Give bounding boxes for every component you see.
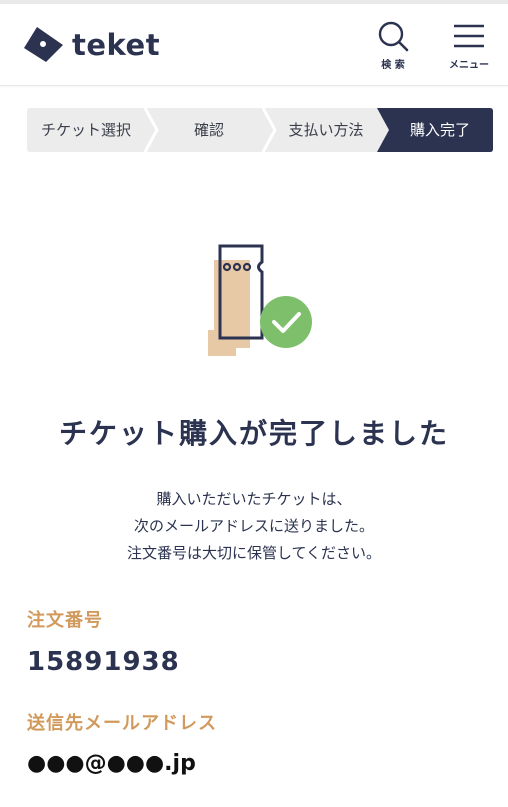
message-line: 注文番号は大切に保管してください。: [126, 544, 382, 562]
logo[interactable]: teket: [22, 24, 160, 66]
purchase-steps: チケット選択 確認 支払い方法 購入完了: [27, 108, 493, 152]
step-purchase-complete: 購入完了: [409, 121, 470, 139]
step-ticket-select: チケット選択: [40, 121, 131, 139]
recipient-email-value: ●●●@●●●.jp: [27, 751, 196, 776]
search-label: 検 索: [381, 60, 405, 71]
order-number-value: 15891938: [27, 647, 180, 677]
order-number-label: 注文番号: [27, 610, 103, 631]
menu-label: メニュー: [449, 60, 489, 71]
ticket-check-icon: [208, 244, 312, 356]
teket-logo-icon: [24, 27, 63, 62]
menu-button[interactable]: メニュー: [439, 20, 499, 76]
completion-message: 購入いただいたチケットは、 次のメールアドレスに送りました。 注文番号は大切に保…: [0, 486, 508, 567]
ticket-complete-illustration: [200, 240, 320, 365]
message-line: 次のメールアドレスに送りました。: [133, 517, 374, 535]
search-button[interactable]: 検 索: [363, 20, 423, 76]
step-payment-method: 支払い方法: [288, 121, 364, 139]
message-line: 購入いただいたチケットは、: [156, 490, 352, 508]
search-icon: [378, 21, 409, 52]
site-header: teket 検 索 メニュー: [0, 4, 508, 86]
logo-text: teket: [72, 28, 161, 62]
recipient-email-label: 送信先メールアドレス: [27, 713, 217, 734]
hamburger-menu-icon: [454, 24, 484, 48]
page-title: チケット購入が完了しました: [58, 417, 449, 450]
step-confirm: 確認: [193, 121, 224, 139]
